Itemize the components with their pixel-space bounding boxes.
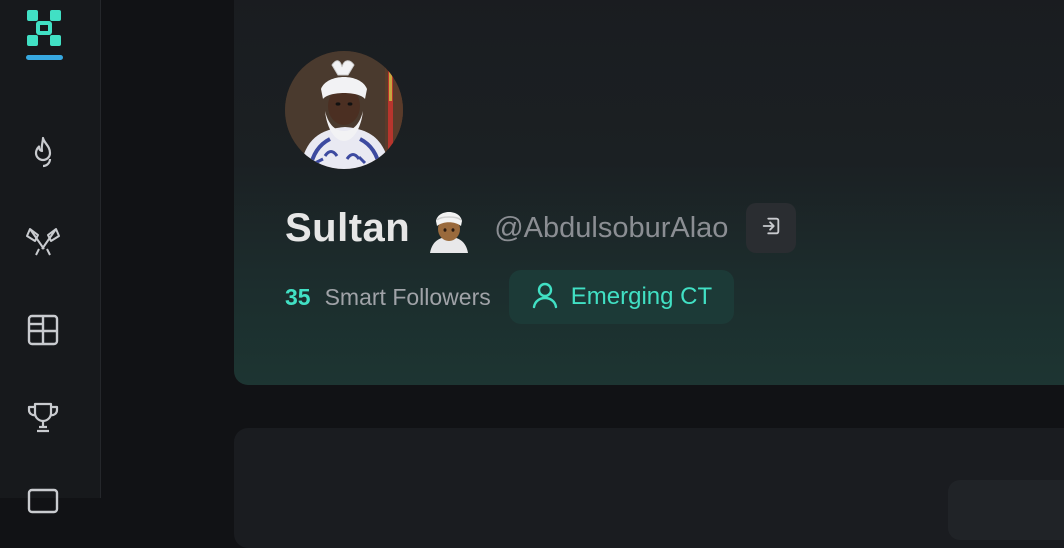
inbox-icon <box>24 480 62 523</box>
trophy-icon <box>24 398 62 441</box>
display-name: Sultan <box>285 205 411 250</box>
nav-item-leaderboard[interactable] <box>22 398 64 440</box>
sign-in-button[interactable] <box>746 203 797 253</box>
active-indicator <box>26 55 63 60</box>
avatar[interactable] <box>285 51 403 169</box>
profile-name-row: Sultan @AbdulsoburAlao <box>285 200 797 256</box>
nav-item-dashboard[interactable] <box>22 311 64 353</box>
nav-item-trending[interactable] <box>22 134 64 176</box>
smart-followers-label[interactable]: Smart Followers <box>325 284 491 311</box>
sidebar <box>0 0 101 513</box>
nav-item-inbox[interactable] <box>22 480 64 522</box>
content-card <box>234 428 1064 548</box>
flame-icon <box>24 134 62 177</box>
sign-in-arrow-icon <box>760 215 782 242</box>
card-control[interactable] <box>948 480 1064 540</box>
profile-stats-row: 35 Smart Followers Emerging CT <box>285 270 735 324</box>
grid-layout-icon <box>24 311 62 354</box>
user-handle[interactable]: @AbdulsoburAlao <box>494 212 728 245</box>
crossed-flags-icon <box>24 221 62 264</box>
person-with-turban-emoji <box>426 203 472 253</box>
nav-item-battles[interactable] <box>22 221 64 263</box>
tier-label: Emerging CT <box>570 283 713 310</box>
smart-followers-count: 35 <box>285 283 311 310</box>
x-brand-logo-icon[interactable] <box>25 8 63 48</box>
user-icon <box>531 281 559 314</box>
tier-badge[interactable]: Emerging CT <box>508 270 735 324</box>
